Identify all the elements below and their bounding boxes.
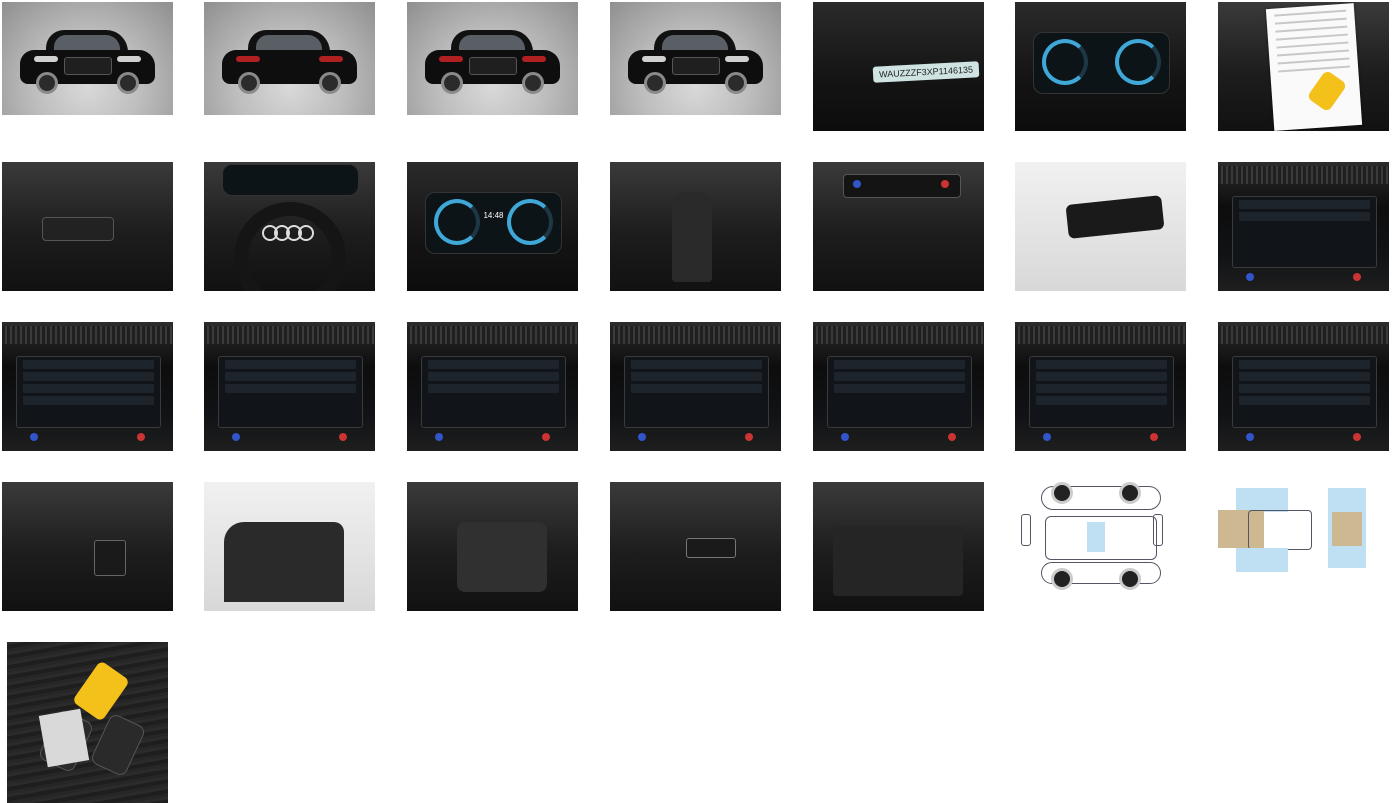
instrument-cluster: 14:48 — [425, 192, 562, 254]
infotainment-screen — [624, 356, 769, 428]
rear-view-mirror — [1065, 195, 1165, 239]
photo-thumbnail-7[interactable] — [1218, 2, 1389, 131]
photo-gallery: WAUZZZF3XP1146135 14:48 — [0, 0, 1398, 803]
key-label — [38, 708, 90, 768]
steering-wheel — [234, 202, 346, 291]
trunk-floor — [833, 526, 963, 596]
photo-thumbnail-1[interactable] — [2, 2, 173, 115]
photo-thumbnail-20[interactable] — [1015, 322, 1186, 451]
photo-thumbnail-3[interactable] — [407, 2, 578, 115]
infotainment-screen — [1232, 196, 1377, 268]
car-key-icon — [89, 712, 147, 778]
photo-thumbnail-17[interactable] — [407, 322, 578, 451]
photo-thumbnail-10[interactable]: 14:48 — [407, 162, 578, 291]
front-interior — [224, 522, 344, 602]
photo-thumbnail-2[interactable] — [204, 2, 375, 115]
photo-thumbnail-21[interactable] — [1218, 322, 1389, 451]
photo-thumbnail-14[interactable] — [1218, 162, 1389, 291]
rear-view — [1153, 514, 1163, 546]
instrument-cluster — [1033, 32, 1170, 94]
infotainment-screen — [218, 356, 363, 428]
photo-thumbnail-15[interactable] — [2, 322, 173, 451]
car-rear-image — [425, 24, 560, 94]
photo-thumbnail-29[interactable] — [7, 642, 168, 803]
service-document — [1265, 3, 1363, 131]
photo-thumbnail-12[interactable] — [813, 162, 984, 291]
photo-thumbnail-28[interactable] — [1218, 482, 1389, 611]
light-switch — [42, 217, 114, 241]
car-front-image — [628, 24, 763, 94]
photo-thumbnail-5[interactable]: WAUZZZF3XP1146135 — [813, 2, 984, 131]
infotainment-screen — [1029, 356, 1174, 428]
photo-thumbnail-18[interactable] — [610, 322, 781, 451]
infotainment-screen — [827, 356, 972, 428]
car-rear-image — [222, 24, 357, 94]
infotainment-screen — [16, 356, 161, 428]
infotainment-screen — [1232, 356, 1377, 428]
car-front-image — [20, 24, 155, 94]
photo-thumbnail-26[interactable] — [813, 482, 984, 611]
photo-thumbnail-9[interactable] — [204, 162, 375, 291]
photo-thumbnail-27[interactable] — [1015, 482, 1186, 611]
front-view — [1021, 514, 1031, 546]
photo-thumbnail-23[interactable] — [204, 482, 375, 611]
photo-thumbnail-8[interactable] — [2, 162, 173, 291]
rear-seats — [457, 522, 547, 592]
photo-thumbnail-22[interactable] — [2, 482, 173, 611]
photo-thumbnail-19[interactable] — [813, 322, 984, 451]
photo-thumbnail-4[interactable] — [610, 2, 781, 115]
infotainment-screen — [421, 356, 566, 428]
photo-thumbnail-13[interactable] — [1015, 162, 1186, 291]
audi-logo-icon — [261, 224, 314, 241]
photo-thumbnail-25[interactable] — [610, 482, 781, 611]
photo-thumbnail-6[interactable] — [1015, 2, 1186, 131]
instrument-cluster — [222, 164, 359, 196]
photo-thumbnail-24[interactable] — [407, 482, 578, 611]
window-switch — [94, 540, 126, 576]
tailgate-buttons — [686, 538, 736, 558]
vin-label: WAUZZZF3XP1146135 — [872, 61, 980, 83]
photo-thumbnail-16[interactable] — [204, 322, 375, 451]
photo-thumbnail-11[interactable] — [610, 162, 781, 291]
cluster-time: 14:48 — [483, 211, 504, 220]
gear-selector — [672, 192, 712, 282]
